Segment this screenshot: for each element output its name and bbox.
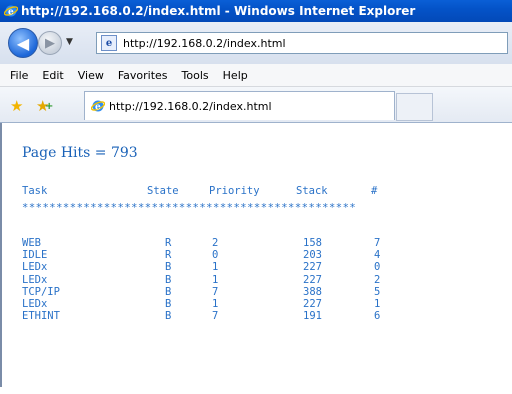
header-num: # — [371, 185, 378, 197]
separator-line: ****************************************… — [22, 202, 357, 214]
navigation-bar: ◀ ▶ ▼ e http://192.168.0.2/index.html — [0, 22, 512, 65]
ie-icon: e — [4, 5, 18, 18]
header-stack: Stack — [296, 185, 328, 197]
cell-num: 2 — [374, 273, 381, 286]
cell-state: R — [165, 249, 172, 262]
forward-button[interactable]: ▶ — [38, 31, 62, 55]
cell-priority: 0 — [212, 249, 219, 262]
menu-edit[interactable]: Edit — [35, 69, 70, 82]
cell-num: 4 — [374, 249, 381, 262]
address-url[interactable]: http://192.168.0.2/index.html — [123, 37, 286, 50]
new-tab-button[interactable] — [396, 93, 433, 121]
ie-icon: e — [91, 100, 105, 113]
cell-state: R — [165, 237, 172, 249]
cell-stack: 388 — [303, 285, 322, 298]
cell-num: 5 — [374, 285, 381, 298]
cell-task: LEDx — [22, 297, 48, 310]
cell-state: B — [165, 273, 172, 286]
cell-stack: 191 — [303, 310, 322, 323]
task-table: WEB R 2 158 7 IDLE R 0 203 4 LEDx B 1 22… — [22, 237, 380, 323]
cell-stack: 158 — [303, 237, 322, 249]
menu-help[interactable]: Help — [216, 69, 255, 82]
add-favorites-icon[interactable]: ★ + — [36, 97, 53, 115]
svg-text:e: e — [8, 8, 14, 18]
back-button[interactable]: ◀ — [8, 28, 38, 58]
window-title: http://192.168.0.2/index.html - Windows … — [21, 4, 416, 18]
forward-arrow-icon: ▶ — [45, 35, 55, 51]
cell-priority: 1 — [212, 261, 219, 274]
cell-priority: 2 — [212, 237, 219, 249]
cell-state: B — [165, 261, 172, 274]
cell-priority: 1 — [212, 273, 219, 286]
table-row: WEB R 2 158 7 — [22, 237, 380, 249]
tab-current[interactable]: e http://192.168.0.2/index.html — [84, 91, 395, 120]
favorites-star-icon[interactable]: ★ — [10, 97, 23, 115]
tab-title: http://192.168.0.2/index.html — [109, 99, 272, 113]
table-row: LEDx B 1 227 0 — [22, 261, 380, 274]
cell-num: 6 — [374, 310, 381, 323]
page-icon: e — [101, 35, 117, 51]
cell-task: LEDx — [22, 261, 48, 274]
header-task: Task — [22, 185, 48, 197]
cell-task: ETHINT — [22, 310, 60, 323]
cell-state: B — [165, 310, 172, 323]
address-bar[interactable]: e http://192.168.0.2/index.html — [96, 32, 508, 54]
page-hits: Page Hits = 793 — [22, 145, 138, 161]
cell-state: B — [165, 297, 172, 310]
cell-stack: 227 — [303, 261, 322, 274]
cell-task: WEB — [22, 237, 41, 249]
cell-priority: 1 — [212, 297, 219, 310]
cell-task: LEDx — [22, 273, 48, 286]
cell-stack: 227 — [303, 273, 322, 286]
menu-file[interactable]: File — [0, 69, 35, 82]
cell-priority: 7 — [212, 310, 219, 323]
cell-num: 0 — [374, 261, 381, 274]
menu-bar: File Edit View Favorites Tools Help — [0, 64, 512, 87]
cell-stack: 203 — [303, 249, 322, 262]
menu-favorites[interactable]: Favorites — [111, 69, 175, 82]
table-row: IDLE R 0 203 4 — [22, 249, 380, 262]
table-row: LEDx B 1 227 1 — [22, 297, 380, 310]
header-priority: Priority — [209, 185, 260, 197]
cell-task: TCP/IP — [22, 285, 60, 298]
cell-num: 1 — [374, 297, 381, 310]
menu-tools[interactable]: Tools — [175, 69, 216, 82]
table-row: ETHINT B 7 191 6 — [22, 310, 380, 323]
table-row: LEDx B 1 227 2 — [22, 273, 380, 286]
cell-state: B — [165, 285, 172, 298]
window-title-bar: e http://192.168.0.2/index.html - Window… — [0, 0, 512, 22]
cell-priority: 7 — [212, 285, 219, 298]
header-state: State — [147, 185, 179, 197]
cell-task: IDLE — [22, 249, 48, 262]
svg-text:e: e — [95, 103, 101, 113]
menu-view[interactable]: View — [71, 69, 111, 82]
cell-stack: 227 — [303, 297, 322, 310]
table-row: TCP/IP B 7 388 5 — [22, 285, 380, 298]
cell-num: 7 — [374, 237, 381, 249]
history-dropdown-icon[interactable]: ▼ — [66, 37, 73, 47]
back-arrow-icon: ◀ — [16, 33, 30, 53]
page-content: Page Hits = 793 Task State Priority Stac… — [0, 123, 512, 387]
favorites-bar: ★ ★ + e http://192.168.0.2/index.html — [0, 87, 512, 123]
